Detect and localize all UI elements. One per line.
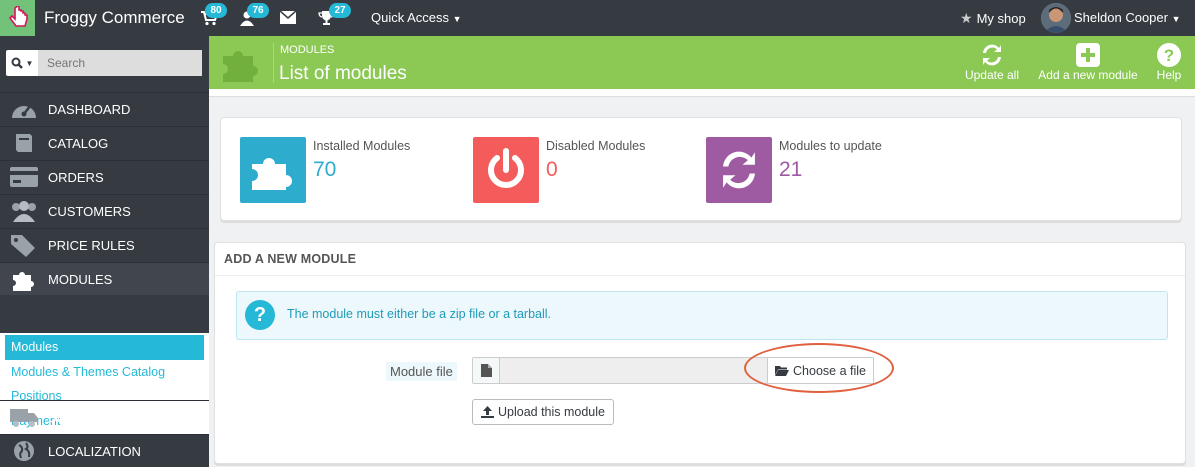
kpi-modules-to-update[interactable]: Modules to update 21	[706, 137, 882, 203]
sidebar-item-label: LOCALIZATION	[48, 443, 141, 459]
sidebar-item-label: PRICE RULES	[48, 237, 135, 253]
add-module-panel: ADD A NEW MODULE ? The module must eithe…	[214, 242, 1186, 464]
credit-card-icon	[0, 166, 48, 188]
plus-square-icon	[1034, 41, 1142, 68]
dashboard-icon	[0, 98, 48, 120]
my-shop-label: My shop	[976, 11, 1026, 26]
add-new-module-label: Add a new module	[1038, 68, 1138, 82]
info-alert: ? The module must either be a zip file o…	[236, 291, 1168, 340]
truck-icon	[0, 406, 48, 428]
user-menu[interactable]: Sheldon Cooper ▼	[1074, 10, 1181, 25]
annotation-highlight-oval	[744, 343, 894, 393]
sidebar-item-label: CUSTOMERS	[48, 203, 131, 219]
puzzle-icon	[221, 42, 263, 87]
puzzle-icon	[240, 137, 306, 203]
svg-text:?: ?	[1164, 46, 1174, 65]
file-name-field[interactable]	[500, 358, 767, 383]
upload-module-button[interactable]: Upload this module	[472, 399, 614, 425]
refresh-icon	[706, 137, 772, 203]
achievements-badge: 27	[329, 3, 351, 18]
sidebar-item-label: MODULES	[48, 271, 113, 287]
sidebar-item-catalog[interactable]: CATALOG	[0, 126, 209, 159]
search-input[interactable]	[38, 50, 202, 76]
search-type-button[interactable]: ▼	[6, 50, 38, 76]
avatar[interactable]	[1041, 3, 1071, 33]
kpi-installed-modules[interactable]: Installed Modules 70	[240, 137, 410, 203]
caret-down-icon: ▼	[25, 58, 34, 68]
search-bar: ▼	[6, 50, 202, 76]
kpi-value: 70	[313, 158, 337, 181]
tags-icon	[0, 233, 48, 257]
submenu-item-modules[interactable]: Modules	[5, 335, 204, 360]
header-divider	[273, 43, 274, 83]
top-navbar: Froggy Commerce 80 76 27 Quick Access ▼ …	[0, 0, 1195, 36]
sidebar-item-price-rules[interactable]: PRICE RULES	[0, 228, 209, 261]
panel-heading: ADD A NEW MODULE	[224, 252, 357, 266]
header-toolbar-strip	[209, 89, 1195, 97]
sidebar-item-label: SHIPPING	[48, 409, 111, 425]
question-icon: ?	[245, 300, 275, 330]
quick-access-menu[interactable]: Quick Access ▼	[371, 10, 462, 25]
users-icon	[0, 200, 48, 222]
sidebar-item-label: ORDERS	[48, 169, 104, 185]
kpi-title: Modules to update	[779, 139, 882, 153]
star-icon: ★	[960, 10, 973, 26]
submenu-item-catalog[interactable]: Modules & Themes Catalog	[0, 360, 209, 385]
customers-badge: 76	[247, 3, 269, 18]
refresh-icon	[963, 41, 1021, 68]
help-button[interactable]: ? Help	[1153, 41, 1185, 82]
puzzle-icon	[0, 267, 48, 291]
kpi-value: 0	[546, 158, 558, 181]
file-icon	[473, 358, 500, 383]
sidebar-item-localization[interactable]: LOCALIZATION	[0, 434, 209, 467]
upload-module-label: Upload this module	[497, 405, 605, 419]
sidebar-item-dashboard[interactable]: DASHBOARD	[0, 92, 209, 125]
caret-down-icon: ▼	[1171, 14, 1181, 24]
alert-text: The module must either be a zip file or …	[287, 307, 552, 321]
sidebar: ▼ DASHBOARD CATALOG ORDERS CUSTOMERS PRI…	[0, 36, 209, 467]
quick-access-label: Quick Access	[371, 10, 450, 25]
page-header: MODULES List of modules Update all Add a…	[209, 36, 1195, 89]
help-label: Help	[1156, 68, 1182, 82]
kpi-value: 21	[779, 158, 803, 181]
sidebar-item-label: CATALOG	[48, 135, 109, 151]
logo-icon[interactable]	[0, 0, 35, 36]
update-all-label: Update all	[964, 68, 1020, 82]
my-shop-link[interactable]: ★ My shop	[960, 10, 1026, 27]
user-name: Sheldon Cooper	[1074, 10, 1168, 25]
kpi-title: Installed Modules	[313, 139, 411, 153]
sidebar-item-orders[interactable]: ORDERS	[0, 160, 209, 193]
page-title: List of modules	[279, 63, 407, 84]
update-all-button[interactable]: Update all	[963, 41, 1021, 82]
kpi-disabled-modules[interactable]: Disabled Modules 0	[473, 137, 645, 203]
caret-down-icon: ▼	[452, 14, 462, 24]
add-new-module-button[interactable]: Add a new module	[1034, 41, 1142, 82]
help-icon: ?	[1153, 41, 1185, 68]
search-icon	[11, 57, 23, 69]
sidebar-item-shipping[interactable]: SHIPPING	[0, 400, 209, 433]
breadcrumb[interactable]: MODULES	[280, 44, 334, 56]
sidebar-item-customers[interactable]: CUSTOMERS	[0, 194, 209, 227]
orders-badge: 80	[205, 3, 227, 18]
kpi-title: Disabled Modules	[546, 139, 646, 153]
globe-icon	[0, 439, 48, 463]
power-icon	[473, 137, 539, 203]
upload-icon	[480, 406, 494, 418]
envelope-icon[interactable]	[279, 10, 300, 29]
brand-name[interactable]: Froggy Commerce	[44, 8, 185, 28]
divider	[215, 275, 1185, 276]
sidebar-item-label: DASHBOARD	[48, 101, 131, 117]
kpi-panel: Installed Modules 70 Disabled Modules 0 …	[220, 117, 1182, 221]
book-icon	[0, 131, 48, 155]
module-file-label: Module file	[386, 362, 457, 381]
sidebar-item-modules[interactable]: MODULES	[0, 262, 209, 295]
